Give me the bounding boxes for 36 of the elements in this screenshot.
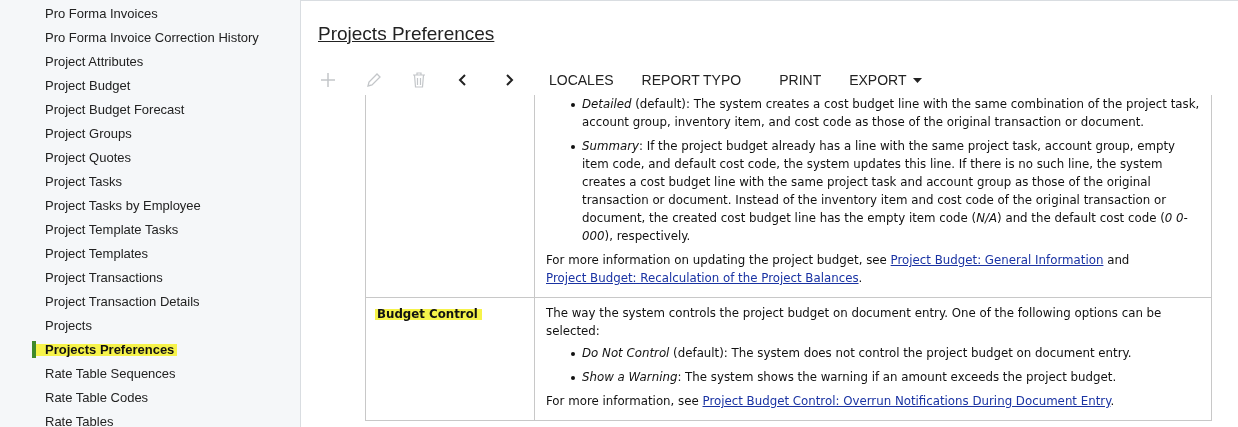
sidebar-item[interactable]: Project Groups xyxy=(32,124,135,142)
sidebar-item[interactable]: Projects Preferences xyxy=(32,340,178,358)
chevron-left-icon[interactable] xyxy=(457,72,469,88)
export-menu-button[interactable]: EXPORT xyxy=(849,72,922,88)
bullet-item: Show a Warning: The system shows the warning if an amount exceeds the project budget. xyxy=(571,368,1200,386)
sidebar-item[interactable]: Project Transactions xyxy=(32,268,166,286)
doc-link[interactable]: Project Budget: General Information xyxy=(890,253,1104,267)
description-paragraph: For more information on updating the project budget, see Project Budget: General Information and Project Budget: Recalculation of the Project Balances. xyxy=(546,252,1131,287)
toolbar-button[interactable]: REPORT TYPO xyxy=(641,72,742,88)
sidebar-item[interactable]: Project Template Tasks xyxy=(32,220,182,238)
parameter-name: Budget Control xyxy=(375,307,482,321)
bullet-item: Detailed (default): The system creates a cost budget line with the same combination of the project task, account group, inventory item, and cost code as those of the original transaction or document. xyxy=(571,95,1200,131)
sidebar-item[interactable]: Pro Forma Invoices xyxy=(32,4,161,22)
sidebar-item[interactable]: Project Attributes xyxy=(32,52,147,70)
toolbar-button[interactable]: PRINT xyxy=(779,72,822,88)
sidebar-item[interactable]: Project Tasks by Employee xyxy=(32,196,204,214)
caret-icon xyxy=(912,77,922,83)
sidebar-item[interactable]: Rate Table Codes xyxy=(32,388,152,406)
sidebar-item[interactable]: Project Transaction Details xyxy=(32,292,203,310)
doc-link[interactable]: Project Budget: Recalculation of the Project Balances xyxy=(546,271,859,285)
sidebar-item[interactable]: Rate Tables xyxy=(32,412,117,427)
toolbar-button[interactable]: LOCALES xyxy=(549,72,614,88)
sidebar-item[interactable]: Projects xyxy=(32,316,95,334)
bullet-item: Do Not Control (default): The system does not control the project budget on document entry. xyxy=(571,344,1200,362)
sidebar-item[interactable]: Project Quotes xyxy=(32,148,134,166)
bullet-item: Summary: If the project budget already has a line with the same project task, account group, empty item code, and default cost code, the system updates this line. If there is no such line, the system creates a cost budget line with the same project task and account group as those of the original transaction or document. Instead of the inventory item and cost code of the original transaction or document, the created cost budget line has the empty item code (N/A) and the default cost code (0 0-000), respectively. xyxy=(571,137,1200,245)
chevron-right-icon[interactable] xyxy=(503,72,515,88)
sidebar-item[interactable]: Project Budget Forecast xyxy=(32,100,188,118)
description-paragraph: The way the system controls the project budget on document entry. One of the following options can be selected: xyxy=(546,305,1163,340)
sidebar-item[interactable]: Rate Table Sequences xyxy=(32,364,179,382)
sidebar-item[interactable]: Project Budget xyxy=(32,76,134,94)
sidebar-item[interactable]: Pro Forma Invoice Correction History xyxy=(32,28,262,46)
sidebar-item[interactable]: Project Tasks xyxy=(32,172,126,190)
page-title: Projects Preferences xyxy=(318,22,495,46)
sidebar-item[interactable]: Project Templates xyxy=(32,244,152,262)
description-paragraph: For more information, see Project Budget Control: Overrun Notifications During Document Entry. xyxy=(546,393,1116,410)
